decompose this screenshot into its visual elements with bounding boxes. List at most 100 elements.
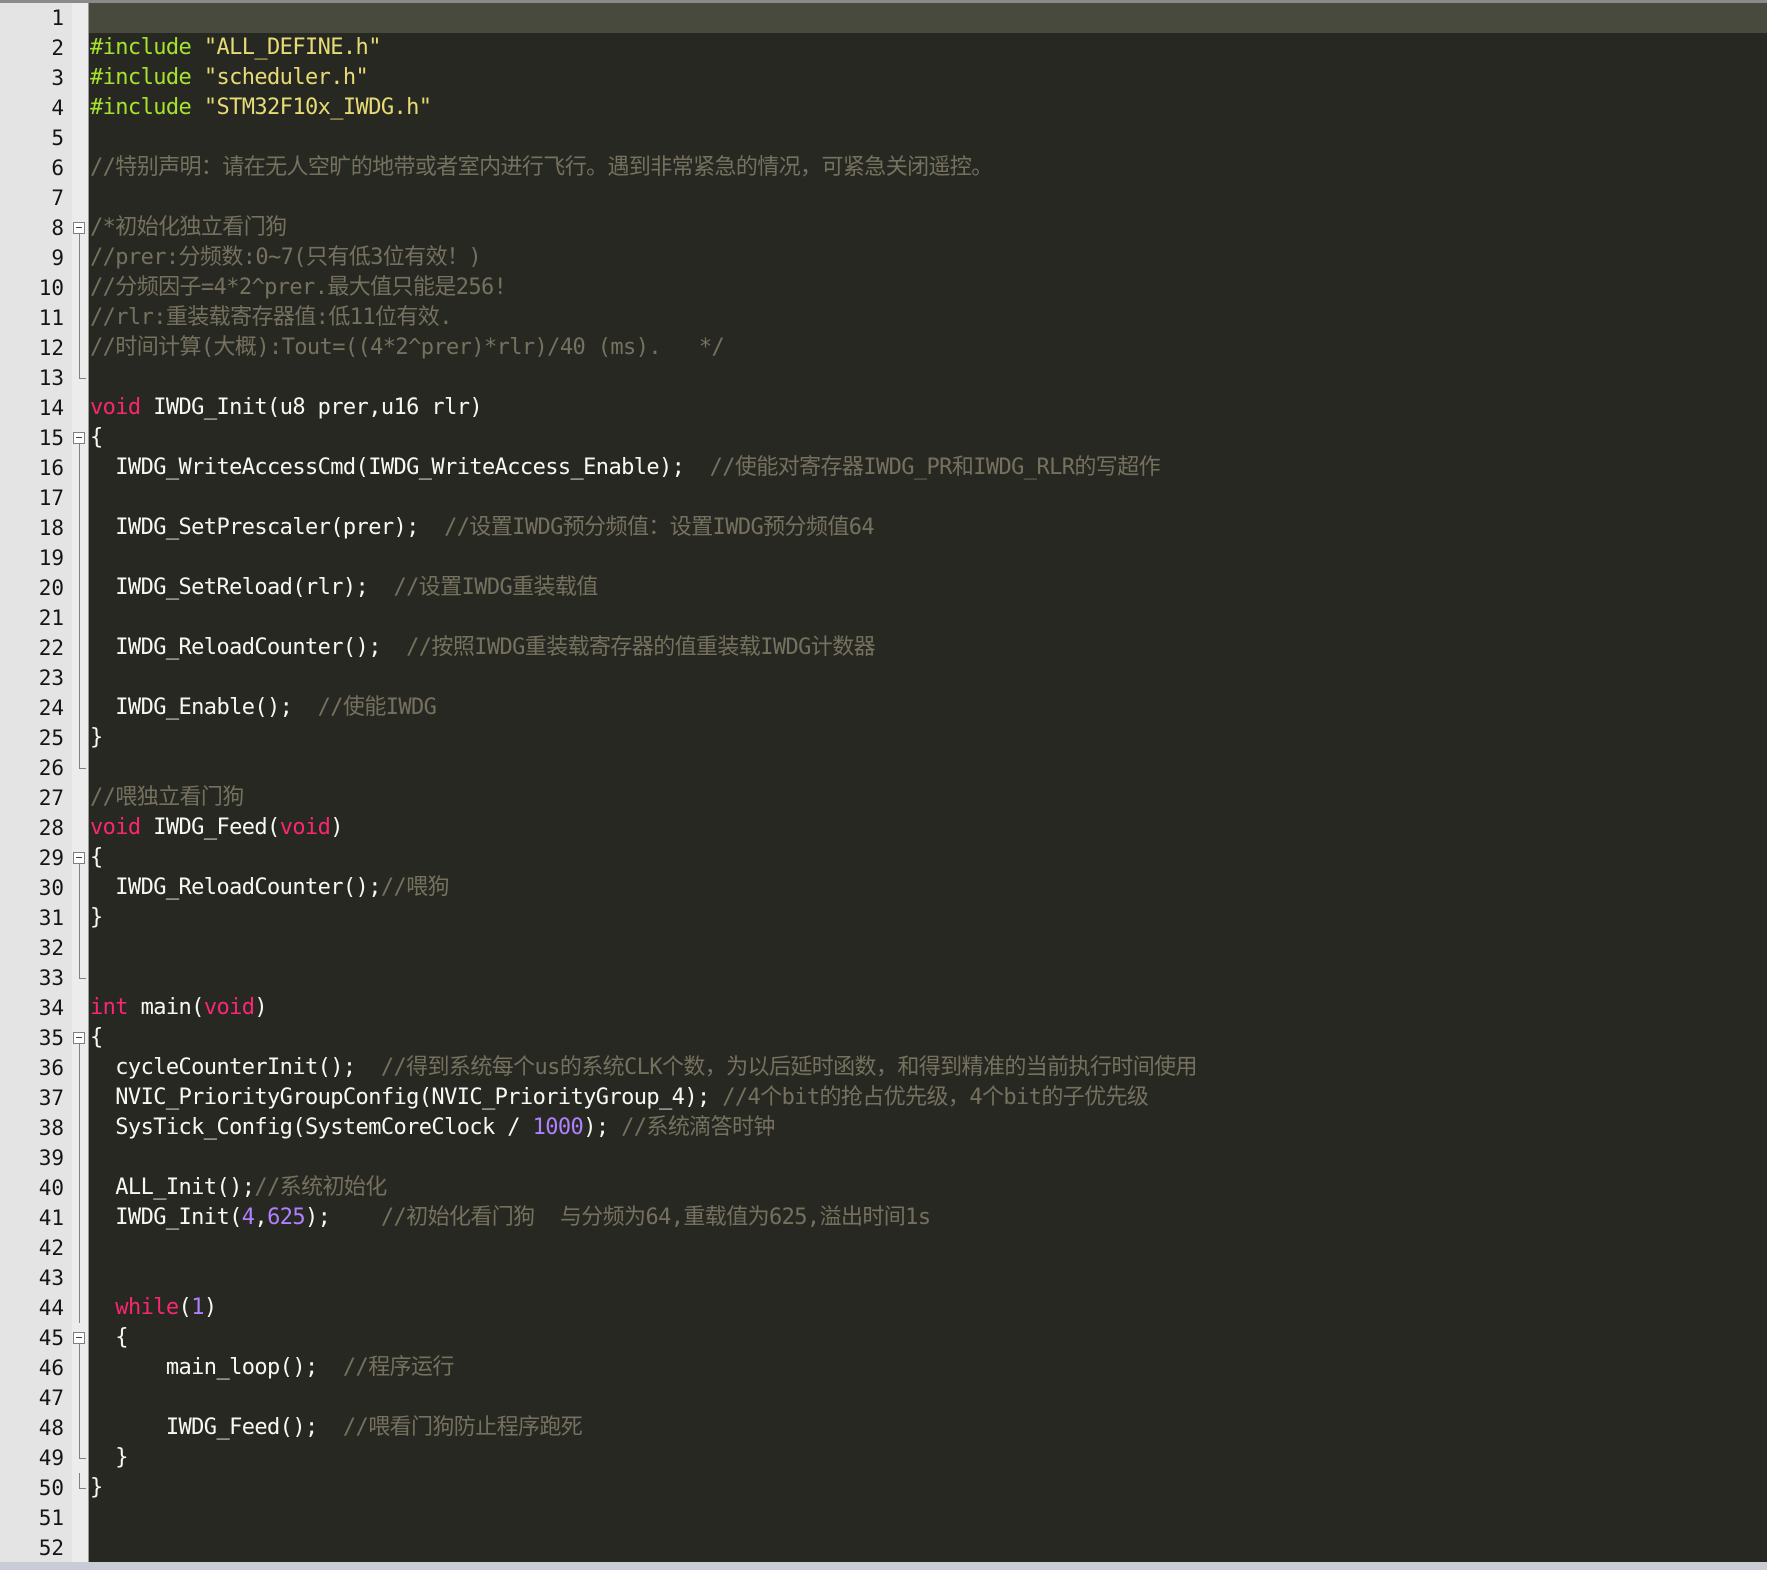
code-line[interactable]: 18 IWDG_SetPrescaler(prer); //设置IWDG预分频值… bbox=[0, 513, 1767, 543]
code-text[interactable]: #include "scheduler.h" bbox=[90, 63, 369, 93]
code-line[interactable]: 22 IWDG_ReloadCounter(); //按照IWDG重装载寄存器的… bbox=[0, 633, 1767, 663]
code-line[interactable]: 20 IWDG_SetReload(rlr); //设置IWDG重装载值 bbox=[0, 573, 1767, 603]
code-text[interactable]: #include "STM32F10x_IWDG.h" bbox=[90, 93, 432, 123]
fold-collapse-icon[interactable] bbox=[71, 843, 89, 873]
code-line[interactable]: 26 bbox=[0, 753, 1767, 783]
code-line[interactable]: 37 NVIC_PriorityGroupConfig(NVIC_Priorit… bbox=[0, 1083, 1767, 1113]
code-editor[interactable]: 1 2 #include "ALL_DEFINE.h" 3 #include "sche… bbox=[0, 0, 1767, 1570]
code-line[interactable]: 30 IWDG_ReloadCounter();//喂狗 bbox=[0, 873, 1767, 903]
code-line[interactable]: 7 bbox=[0, 183, 1767, 213]
code-text[interactable]: //特别声明：请在无人空旷的地带或者室内进行飞行。遇到非常紧急的情况，可紧急关闭… bbox=[90, 153, 993, 183]
code-line[interactable]: 14 void IWDG_Init(u8 prer,u16 rlr) bbox=[0, 393, 1767, 423]
code-line[interactable]: 29 { bbox=[0, 843, 1767, 873]
code-line[interactable]: 48 IWDG_Feed(); //喂看门狗防止程序跑死 bbox=[0, 1413, 1767, 1443]
code-text[interactable]: } bbox=[90, 903, 103, 933]
code-text[interactable]: IWDG_ReloadCounter(); //按照IWDG重装载寄存器的值重装… bbox=[90, 633, 875, 663]
code-line[interactable]: 43 bbox=[0, 1263, 1767, 1293]
code-line[interactable]: 11 //rlr:重装载寄存器值:低11位有效. bbox=[0, 303, 1767, 333]
code-text[interactable]: IWDG_Init(4,625); //初始化看门狗 与分频为64,重载值为62… bbox=[90, 1203, 931, 1233]
code-line[interactable]: 1 bbox=[0, 3, 1767, 33]
code-text[interactable]: while(1) bbox=[90, 1293, 217, 1323]
code-line[interactable]: 4 #include "STM32F10x_IWDG.h" bbox=[0, 93, 1767, 123]
code-text[interactable]: /*初始化独立看门狗 bbox=[90, 213, 287, 243]
code-token: SysTick_Config(SystemCoreClock / bbox=[90, 1115, 533, 1140]
code-line[interactable]: 8 /*初始化独立看门狗 bbox=[0, 213, 1767, 243]
code-text[interactable]: { bbox=[90, 843, 103, 873]
code-line[interactable]: 42 bbox=[0, 1233, 1767, 1263]
code-line[interactable]: 19 bbox=[0, 543, 1767, 573]
code-text[interactable]: { bbox=[90, 1323, 128, 1353]
code-text[interactable]: //时间计算(大概):Tout=((4*2^prer)*rlr)/40 (ms)… bbox=[90, 333, 725, 363]
code-text[interactable]: IWDG_WriteAccessCmd(IWDG_WriteAccess_Ena… bbox=[90, 453, 1160, 483]
code-line[interactable]: 33 bbox=[0, 963, 1767, 993]
code-line[interactable]: 40 ALL_Init();//系统初始化 bbox=[0, 1173, 1767, 1203]
code-line[interactable]: 44 while(1) bbox=[0, 1293, 1767, 1323]
code-line[interactable]: 21 bbox=[0, 603, 1767, 633]
code-text[interactable]: int main(void) bbox=[90, 993, 268, 1023]
code-text[interactable]: #include "ALL_DEFINE.h" bbox=[90, 33, 381, 63]
code-line[interactable]: 28 void IWDG_Feed(void) bbox=[0, 813, 1767, 843]
code-text[interactable]: main_loop(); //程序运行 bbox=[90, 1353, 455, 1383]
code-text[interactable]: IWDG_SetPrescaler(prer); //设置IWDG预分频值：设置… bbox=[90, 513, 874, 543]
code-line[interactable]: 23 bbox=[0, 663, 1767, 693]
code-text[interactable]: //喂独立看门狗 bbox=[90, 783, 244, 813]
fold-collapse-icon[interactable] bbox=[71, 213, 89, 243]
fold-collapse-icon[interactable] bbox=[71, 423, 89, 453]
code-line[interactable]: 16 IWDG_WriteAccessCmd(IWDG_WriteAccess_… bbox=[0, 453, 1767, 483]
code-line[interactable]: 32 bbox=[0, 933, 1767, 963]
code-line[interactable]: 15 { bbox=[0, 423, 1767, 453]
code-lines[interactable]: 1 2 #include "ALL_DEFINE.h" 3 #include "sche… bbox=[0, 3, 1767, 1563]
code-text[interactable]: //prer:分频数:0~7(只有低3位有效！) bbox=[90, 243, 482, 273]
code-line[interactable]: 24 IWDG_Enable(); //使能IWDG bbox=[0, 693, 1767, 723]
code-token: , bbox=[254, 1205, 268, 1230]
code-line[interactable]: 34 int main(void) bbox=[0, 993, 1767, 1023]
code-line[interactable]: 5 bbox=[0, 123, 1767, 153]
code-line[interactable]: 45 { bbox=[0, 1323, 1767, 1353]
code-text[interactable]: //分频因子=4*2^prer.最大值只能是256! bbox=[90, 273, 507, 303]
code-line[interactable]: 46 main_loop(); //程序运行 bbox=[0, 1353, 1767, 1383]
code-text[interactable]: IWDG_Feed(); //喂看门狗防止程序跑死 bbox=[90, 1413, 583, 1443]
code-text[interactable]: } bbox=[90, 723, 103, 753]
code-text[interactable]: SysTick_Config(SystemCoreClock / 1000); … bbox=[90, 1113, 775, 1143]
code-line[interactable]: 39 bbox=[0, 1143, 1767, 1173]
code-line[interactable]: 13 bbox=[0, 363, 1767, 393]
fold-collapse-icon[interactable] bbox=[71, 1023, 89, 1053]
code-text[interactable]: { bbox=[90, 1023, 103, 1053]
code-text[interactable]: cycleCounterInit(); //得到系统每个us的系统CLK个数，为… bbox=[90, 1053, 1197, 1083]
code-text[interactable]: IWDG_SetReload(rlr); //设置IWDG重装载值 bbox=[90, 573, 598, 603]
code-line[interactable]: 49 } bbox=[0, 1443, 1767, 1473]
code-text[interactable]: IWDG_Enable(); //使能IWDG bbox=[90, 693, 437, 723]
code-line[interactable]: 38 SysTick_Config(SystemCoreClock / 1000… bbox=[0, 1113, 1767, 1143]
code-line[interactable]: 50} bbox=[0, 1473, 1767, 1503]
code-text[interactable]: ALL_Init();//系统初始化 bbox=[90, 1173, 387, 1203]
code-line[interactable]: 12 //时间计算(大概):Tout=((4*2^prer)*rlr)/40 (m… bbox=[0, 333, 1767, 363]
code-line[interactable]: 36 cycleCounterInit(); //得到系统每个us的系统CLK个… bbox=[0, 1053, 1767, 1083]
code-text[interactable]: { bbox=[90, 423, 103, 453]
code-text[interactable]: void IWDG_Init(u8 prer,u16 rlr) bbox=[90, 393, 483, 423]
code-line[interactable]: 31} bbox=[0, 903, 1767, 933]
code-text[interactable]: } bbox=[90, 1473, 103, 1503]
code-line[interactable]: 27 //喂独立看门狗 bbox=[0, 783, 1767, 813]
code-line[interactable]: 25} bbox=[0, 723, 1767, 753]
code-line[interactable]: 9 //prer:分频数:0~7(只有低3位有效！) bbox=[0, 243, 1767, 273]
code-line[interactable]: 52 bbox=[0, 1533, 1767, 1563]
code-line[interactable]: 2 #include "ALL_DEFINE.h" bbox=[0, 33, 1767, 63]
code-text[interactable]: //rlr:重装载寄存器值:低11位有效. bbox=[90, 303, 452, 333]
code-text[interactable]: IWDG_ReloadCounter();//喂狗 bbox=[90, 873, 449, 903]
code-line[interactable]: 41 IWDG_Init(4,625); //初始化看门狗 与分频为64,重载值… bbox=[0, 1203, 1767, 1233]
code-line[interactable]: 3 #include "scheduler.h" bbox=[0, 63, 1767, 93]
code-line[interactable]: 35 { bbox=[0, 1023, 1767, 1053]
line-number: 31 bbox=[38, 906, 64, 930]
code-text[interactable]: } bbox=[90, 1443, 128, 1473]
code-line[interactable]: 17 bbox=[0, 483, 1767, 513]
horizontal-scrollbar[interactable] bbox=[0, 1562, 1767, 1570]
code-text[interactable]: void IWDG_Feed(void) bbox=[90, 813, 344, 843]
fold-end-marker bbox=[71, 363, 89, 393]
code-text[interactable]: NVIC_PriorityGroupConfig(NVIC_PriorityGr… bbox=[90, 1083, 1149, 1113]
code-line[interactable]: 47 bbox=[0, 1383, 1767, 1413]
fold-collapse-icon[interactable] bbox=[71, 1323, 89, 1353]
code-line[interactable]: 10 //分频因子=4*2^prer.最大值只能是256! bbox=[0, 273, 1767, 303]
code-line[interactable]: 6 //特别声明：请在无人空旷的地带或者室内进行飞行。遇到非常紧急的情况，可紧急关… bbox=[0, 153, 1767, 183]
code-line[interactable]: 51 bbox=[0, 1503, 1767, 1533]
